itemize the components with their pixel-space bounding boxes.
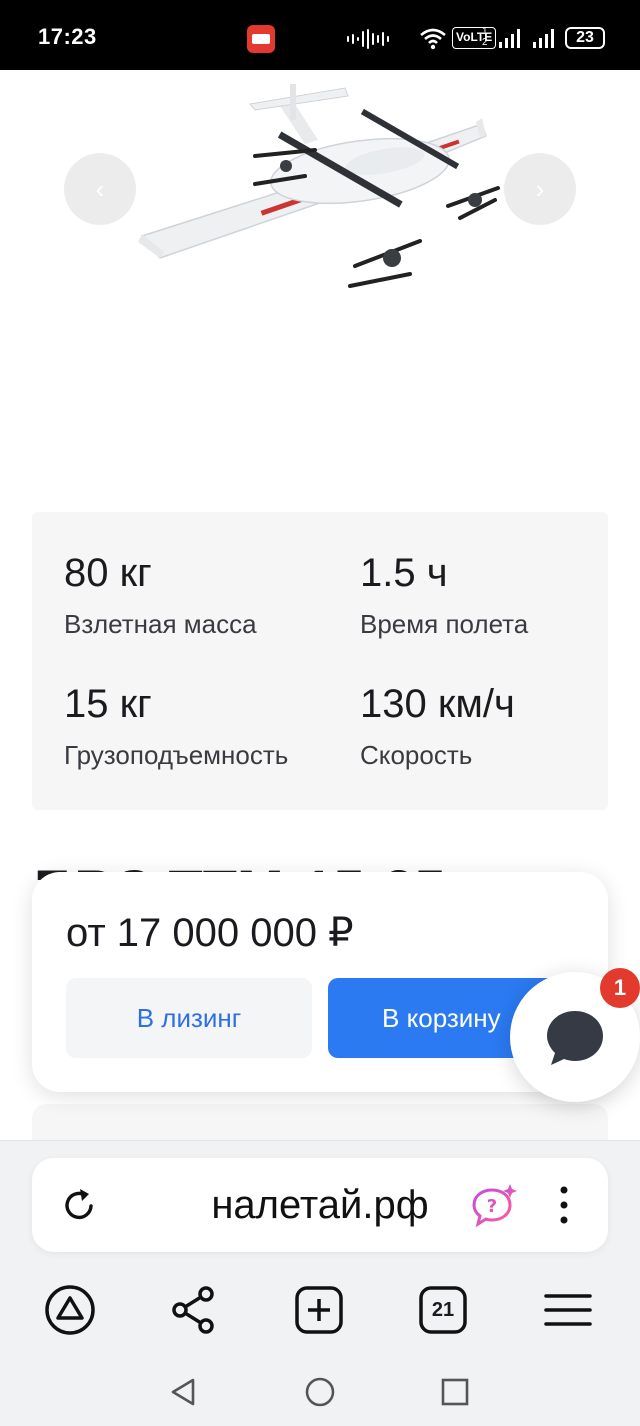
new-tab-icon[interactable] [291,1282,347,1338]
carousel-prev-button[interactable]: ‹ [64,153,136,225]
ai-question-icon[interactable]: ? [470,1182,518,1230]
sim-index: 12 [482,26,488,48]
tabs-count: 21 [431,1299,455,1321]
more-vertical-icon[interactable] [548,1184,580,1226]
spec-value: 15 кг [64,682,152,726]
spec-flight-time: 1.5 ч Время полета [360,550,528,640]
spec-label: Скорость [360,740,473,770]
chevron-right-icon: › [535,173,545,204]
status-time: 17:23 [38,24,97,49]
spec-speed: 130 км/ч Скорость [360,681,515,771]
lease-button[interactable]: В лизинг [66,978,312,1058]
home-icon[interactable] [302,1374,338,1410]
menu-icon[interactable] [540,1282,596,1338]
volte-icon: VoLTE [452,27,497,49]
chevron-left-icon: ‹ [95,173,105,204]
wifi-icon [420,28,446,50]
address-bar[interactable]: налетай.рф ? [32,1158,608,1252]
back-icon[interactable] [165,1374,201,1410]
vtol-drone-image [138,84,500,288]
specs-card: 80 кг Взлетная масса 1.5 ч Время полета … [32,512,608,810]
tabs-button[interactable]: 21 [415,1282,471,1338]
spec-label: Время полета [360,609,529,639]
carousel-next-button[interactable]: › [504,153,576,225]
price: от 17 000 000 ₽ [66,911,354,955]
spec-label: Взлетная масса [64,609,257,639]
recents-icon[interactable] [437,1374,473,1410]
audio-waveform-icon [347,29,389,49]
spec-value: 130 км/ч [360,682,515,726]
chat-unread-badge: 1 [600,968,640,1008]
spec-label: Грузоподъемность [64,740,289,770]
spec-takeoff-mass: 80 кг Взлетная масса [64,550,257,640]
next-section-card [32,1104,608,1144]
chat-bubble-icon [547,1011,603,1065]
battery-icon: 23 [565,27,605,49]
spec-value: 80 кг [64,551,152,595]
status-bar: 17:23 VoLTE 12 23 [0,0,640,70]
svg-text:?: ? [487,1196,497,1217]
url-text: налетай.рф [211,1183,429,1227]
share-icon[interactable] [166,1282,222,1338]
app-notification-icon [247,25,275,53]
alice-assistant-icon[interactable] [42,1282,98,1338]
spec-value: 1.5 ч [360,551,448,595]
spec-payload: 15 кг Грузоподъемность [64,681,288,771]
signal-icon [533,29,554,48]
signal-icon [499,29,520,48]
